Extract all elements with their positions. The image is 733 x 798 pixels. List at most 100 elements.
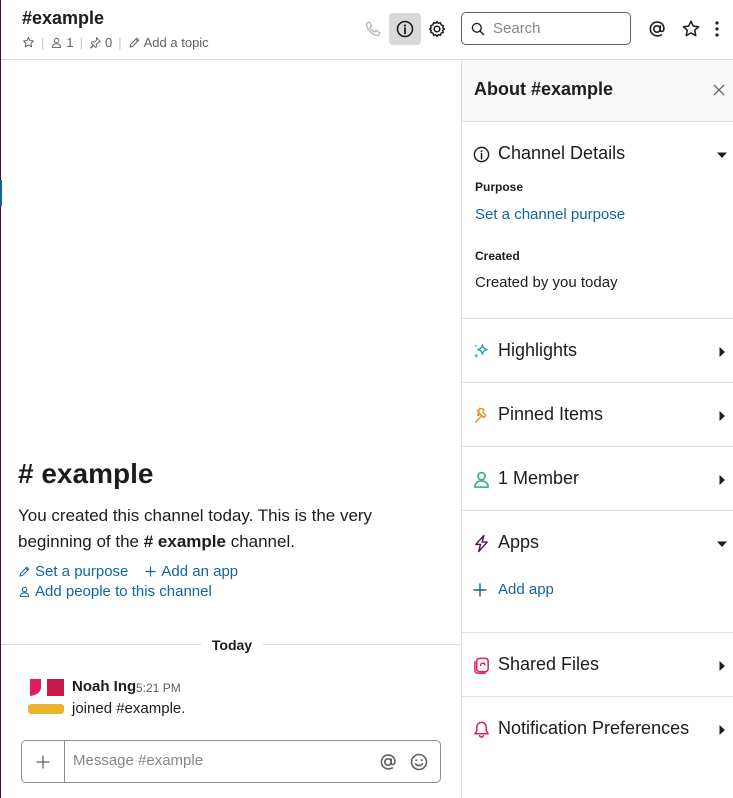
- shared-files-section[interactable]: Shared Files: [462, 633, 733, 697]
- message-pane: # example You created this channel today…: [1, 60, 461, 798]
- channel-intro-name: example: [41, 458, 154, 489]
- add-app-button[interactable]: Add app: [472, 581, 554, 598]
- date-divider-label[interactable]: Today: [201, 634, 263, 656]
- set-channel-purpose-link[interactable]: Set a channel purpose: [475, 206, 625, 223]
- add-people-label: Add people to this channel: [35, 582, 212, 600]
- channel-details-button[interactable]: [389, 13, 421, 45]
- at-sign-icon: [649, 21, 665, 37]
- info-icon: [471, 144, 491, 164]
- channel-meta: | 1 | 0 | Add a topic: [22, 35, 209, 50]
- add-app-label: Add app: [498, 581, 554, 598]
- channel-details-panel: About #example Channel Details Purpose S…: [461, 60, 733, 798]
- apps-label: Apps: [498, 532, 540, 552]
- channel-details-header[interactable]: Channel Details: [462, 122, 733, 186]
- details-title: About #example: [474, 79, 614, 99]
- search-input[interactable]: Search: [461, 12, 631, 45]
- plus-icon: [36, 754, 50, 769]
- caret-down-icon: [716, 537, 728, 549]
- person-icon: [19, 586, 30, 597]
- close-icon: [713, 84, 725, 96]
- apps-header[interactable]: Apps: [462, 511, 733, 575]
- channel-title[interactable]: #example: [22, 8, 104, 29]
- close-details-button[interactable]: [707, 78, 731, 102]
- search-placeholder: Search: [493, 20, 541, 37]
- add-people-link[interactable]: Add people to this channel: [18, 583, 212, 600]
- call-button[interactable]: [357, 13, 389, 45]
- intro-channel-hash: #: [143, 532, 154, 551]
- star-channel-button[interactable]: [22, 36, 35, 49]
- caret-right-icon: [716, 473, 728, 485]
- more-actions-button[interactable]: [705, 13, 729, 45]
- star-icon: [23, 36, 34, 48]
- notification-preferences-header[interactable]: Notification Preferences: [462, 697, 733, 761]
- highlights-header[interactable]: Highlights: [462, 319, 733, 383]
- emoji-button[interactable]: [408, 751, 430, 773]
- notification-preferences-section[interactable]: Notification Preferences: [462, 697, 733, 761]
- at-sign-icon: [380, 754, 396, 770]
- saved-items-button[interactable]: [675, 13, 707, 45]
- intro-actions: Set a purpose Add an app Add people to t…: [18, 561, 238, 601]
- pin-icon: [90, 37, 101, 49]
- star-icon: [682, 20, 700, 37]
- highlights-section[interactable]: Highlights: [462, 319, 733, 383]
- members-section[interactable]: 1 Member: [462, 447, 733, 511]
- message-timestamp[interactable]: 5:21 PM: [136, 681, 181, 695]
- intro-text-end: channel.: [225, 532, 295, 551]
- phone-icon: [365, 21, 381, 37]
- message-composer[interactable]: Message #example: [21, 740, 441, 783]
- members-header[interactable]: 1 Member: [462, 447, 733, 511]
- person-icon: [471, 469, 491, 489]
- channel-settings-button[interactable]: [421, 13, 453, 45]
- message-item[interactable]: Noah Ing 5:21 PM joined #example.: [28, 678, 448, 720]
- set-purpose-link[interactable]: Set a purpose: [18, 563, 128, 580]
- attach-button[interactable]: [22, 741, 65, 782]
- pencil-icon: [19, 566, 30, 577]
- channel-intro-description: You created this channel today. This is …: [18, 503, 438, 555]
- person-icon: [52, 37, 62, 48]
- vertical-ellipsis-icon: [715, 21, 719, 37]
- mention-button[interactable]: [377, 751, 399, 773]
- pinned-items-label: Pinned Items: [498, 404, 604, 424]
- pinned-items-section[interactable]: Pinned Items: [462, 383, 733, 447]
- purpose-label: Purpose: [475, 180, 524, 194]
- pin-icon: [471, 405, 491, 425]
- plus-icon: [473, 582, 487, 597]
- caret-right-icon: [716, 659, 728, 671]
- gear-icon: [428, 20, 446, 38]
- member-count: 1: [66, 35, 74, 50]
- channel-details-label: Channel Details: [498, 143, 626, 163]
- pinned-items-header[interactable]: Pinned Items: [462, 383, 733, 447]
- files-icon: [471, 655, 491, 675]
- set-purpose-label: Set a purpose: [35, 562, 129, 580]
- pinned-count-button[interactable]: 0: [89, 35, 112, 50]
- sparkles-icon: [471, 341, 491, 361]
- info-icon: [396, 20, 414, 38]
- add-an-app-link[interactable]: Add an app: [144, 563, 238, 580]
- lightning-bolt-icon: [471, 533, 491, 553]
- avatar[interactable]: [28, 678, 64, 714]
- shared-files-header[interactable]: Shared Files: [462, 633, 733, 697]
- pencil-icon: [129, 37, 139, 48]
- hash-symbol: #: [18, 458, 34, 489]
- mentions-button[interactable]: [641, 13, 673, 45]
- highlights-label: Highlights: [498, 340, 578, 360]
- channel-header: #example | 1 | 0 | Add a topic Search: [1, 0, 733, 60]
- add-topic-button[interactable]: Add a topic: [128, 35, 209, 50]
- caret-right-icon: [716, 723, 728, 735]
- notification-preferences-label: Notification Preferences: [498, 718, 690, 738]
- apps-section: Apps Add app: [462, 511, 733, 633]
- pinned-count: 0: [105, 35, 113, 50]
- member-count-button[interactable]: 1: [50, 35, 74, 50]
- intro-channel-name[interactable]: example: [158, 532, 226, 551]
- message-input[interactable]: Message #example: [73, 752, 203, 769]
- caret-down-icon: [716, 148, 728, 160]
- smiley-icon: [410, 753, 428, 771]
- bell-icon: [471, 719, 491, 739]
- channel-details-section: Channel Details Purpose Set a channel pu…: [462, 122, 733, 319]
- caret-right-icon: [716, 345, 728, 357]
- message-author[interactable]: Noah Ing: [72, 678, 136, 695]
- channel-intro-title: # example: [18, 458, 153, 490]
- add-topic-label: Add a topic: [143, 35, 209, 50]
- plus-icon: [145, 565, 157, 577]
- details-header: About #example: [462, 60, 733, 122]
